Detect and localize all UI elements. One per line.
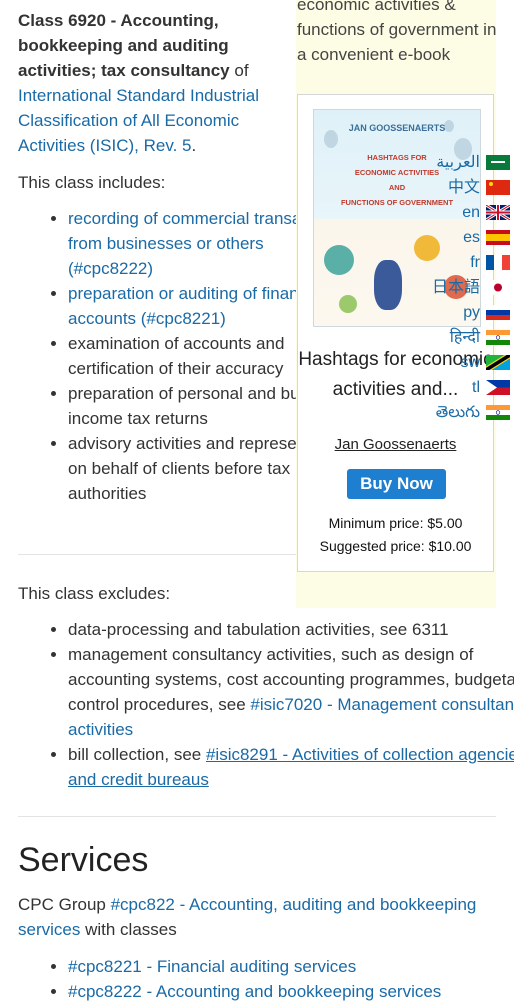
divider — [18, 816, 496, 817]
include-link-cpc8221[interactable]: preparation or auditing of financial acc… — [68, 284, 324, 328]
class-intro: Class 6920 - Accounting, bookkeeping and… — [18, 8, 290, 158]
language-label[interactable]: العربية — [436, 150, 480, 175]
language-item-en[interactable]: en — [420, 200, 510, 225]
services-heading: Services — [18, 841, 149, 879]
language-label[interactable]: తెలుగు — [436, 400, 480, 425]
fr-flag-icon[interactable] — [486, 255, 510, 270]
cpc8222-link[interactable]: #cpc8222 - Accounting and bookkeeping se… — [68, 982, 441, 1001]
cpc-class-list: #cpc8221 - Financial auditing services #… — [18, 954, 514, 1004]
language-label[interactable]: 中文 — [448, 175, 480, 200]
language-menu: العربية 中文 en es fr 日本語 ру हिन्दी sw tl … — [420, 150, 510, 425]
cpc8221-link[interactable]: #cpc8221 - Financial auditing services — [68, 957, 356, 976]
language-item-es[interactable]: es — [420, 225, 510, 250]
period-text: . — [191, 136, 197, 155]
language-item-ja[interactable]: 日本語 — [420, 275, 510, 300]
list-item: management consultancy activities, such … — [68, 642, 514, 742]
buy-now-button[interactable]: Buy Now — [347, 469, 446, 499]
cpc-suffix: with classes — [80, 920, 177, 939]
cn-flag-icon[interactable] — [486, 180, 510, 195]
language-label[interactable]: ру — [463, 300, 480, 325]
cover-author: JAN GOOSSENAERTS — [348, 123, 446, 133]
illustration-shape — [324, 245, 354, 275]
book-author-link[interactable]: Jan Goossenaerts — [298, 432, 493, 457]
language-item-ru[interactable]: ру — [420, 300, 510, 325]
isic-link[interactable]: International Standard Industrial Classi… — [18, 86, 259, 155]
language-label[interactable]: fr — [470, 250, 480, 275]
language-item-te[interactable]: తెలుగు — [420, 400, 510, 425]
cpc-prefix: CPC Group — [18, 895, 111, 914]
suggested-price: Suggested price: $10.00 — [319, 538, 472, 554]
illustration-shape — [339, 295, 357, 313]
list-item[interactable]: #cpc8221 - Financial auditing services — [68, 954, 514, 979]
promo-text: economic activities & functions of gover… — [297, 0, 497, 64]
ph-flag-icon[interactable] — [486, 380, 510, 395]
cpc-group-intro: CPC Group #cpc822 - Accounting, auditing… — [18, 892, 488, 942]
es-flag-icon[interactable] — [486, 230, 510, 245]
language-label[interactable]: es — [463, 225, 480, 250]
sa-flag-icon[interactable] — [486, 155, 510, 170]
exclude-text: bill collection, see — [68, 745, 206, 764]
list-item: data-processing and tabulation activitie… — [68, 617, 514, 642]
excludes-list: data-processing and tabulation activitie… — [18, 617, 514, 792]
language-item-fr[interactable]: fr — [420, 250, 510, 275]
in-flag-icon[interactable] — [486, 405, 510, 420]
jp-flag-icon[interactable] — [486, 280, 510, 295]
language-item-hi[interactable]: हिन्दी — [420, 325, 510, 350]
language-item-zh[interactable]: 中文 — [420, 175, 510, 200]
language-label[interactable]: sw — [460, 350, 480, 375]
tz-flag-icon[interactable] — [486, 355, 510, 370]
language-item-sw[interactable]: sw — [420, 350, 510, 375]
language-item-ar[interactable]: العربية — [420, 150, 510, 175]
excludes-heading: This class excludes: — [18, 584, 171, 603]
language-label[interactable]: हिन्दी — [450, 325, 480, 350]
language-label[interactable]: tl — [472, 375, 480, 400]
minimum-price: Minimum price: $5.00 — [328, 515, 463, 531]
language-item-tl[interactable]: tl — [420, 375, 510, 400]
in-flag-icon[interactable] — [486, 330, 510, 345]
figure-illustration — [374, 260, 402, 310]
ru-flag-icon[interactable] — [486, 305, 510, 320]
of-text: of — [229, 61, 249, 80]
language-label[interactable]: en — [462, 200, 480, 225]
language-label[interactable]: 日本語 — [432, 275, 480, 300]
list-item: bill collection, see #isic8291 - Activit… — [68, 742, 514, 792]
includes-heading: This class includes: — [18, 173, 166, 192]
gb-flag-icon[interactable] — [486, 205, 510, 220]
list-item[interactable]: #cpc8222 - Accounting and bookkeeping se… — [68, 979, 514, 1004]
class-title: Class 6920 - Accounting, bookkeeping and… — [18, 11, 230, 80]
